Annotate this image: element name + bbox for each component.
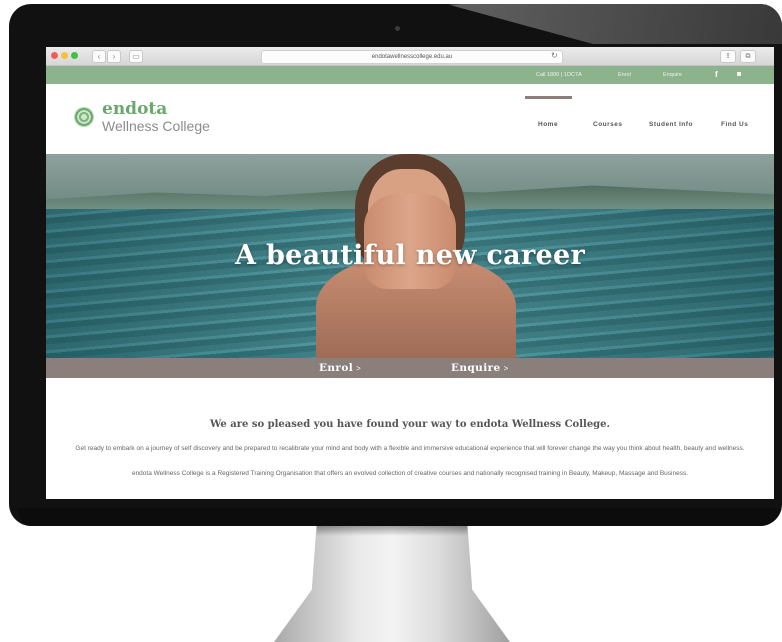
utility-enrol-link[interactable]: Enrol xyxy=(618,66,631,84)
nav-find-us[interactable]: Find Us xyxy=(721,121,748,128)
enquire-button[interactable]: Enquire > xyxy=(451,358,509,379)
chevron-right-icon: > xyxy=(356,364,362,373)
show-tabs-icon[interactable]: ⧉ xyxy=(740,50,756,63)
browser-screen: ‹ › ▭ endotawellnesscollege.edu.au ↻ ⇪ ⧉… xyxy=(46,47,774,499)
cta-bar: Enrol > Enquire > xyxy=(46,358,774,378)
site-header: endota Wellness College Home Courses Stu… xyxy=(46,84,774,154)
enquire-button-label: Enquire xyxy=(451,362,501,374)
bezel-reflection xyxy=(449,4,782,44)
imac-stand xyxy=(274,526,510,642)
enrol-button-label: Enrol xyxy=(319,362,354,374)
intro-heading: We are so pleased you have found your wa… xyxy=(209,419,611,430)
nav-courses[interactable]: Courses xyxy=(593,121,623,128)
hero-banner: A beautiful new career xyxy=(46,154,774,358)
chevron-right-icon: > xyxy=(503,364,509,373)
logo-subtitle[interactable]: Wellness College xyxy=(102,118,210,134)
utility-bar: Call 1800 | 1OC7A Enrol Enquire f ◙ xyxy=(46,66,774,84)
active-nav-indicator xyxy=(525,96,572,99)
enrol-button[interactable]: Enrol > xyxy=(319,358,361,379)
intro-section: We are so pleased you have found your wa… xyxy=(46,378,774,499)
imac-display: ‹ › ▭ endotawellnesscollege.edu.au ↻ ⇪ ⧉… xyxy=(9,4,782,526)
utility-enquire-link[interactable]: Enquire xyxy=(663,66,682,84)
nav-home[interactable]: Home xyxy=(538,121,558,128)
forward-button[interactable]: › xyxy=(107,50,121,63)
share-icon[interactable]: ⇪ xyxy=(720,50,736,63)
minimize-window-button[interactable] xyxy=(61,52,68,59)
logo-brand-name[interactable]: endota xyxy=(102,100,167,118)
close-window-button[interactable] xyxy=(51,52,58,59)
endota-logo-icon[interactable] xyxy=(74,107,94,127)
zoom-window-button[interactable] xyxy=(71,52,78,59)
reload-icon[interactable]: ↻ xyxy=(551,50,558,62)
sidebar-toggle-icon[interactable]: ▭ xyxy=(129,50,143,63)
camera-icon xyxy=(395,26,400,31)
imac-chin xyxy=(18,508,782,526)
address-bar[interactable]: endotawellnesscollege.edu.au xyxy=(261,50,563,64)
browser-toolbar: ‹ › ▭ endotawellnesscollege.edu.au ↻ ⇪ ⧉ xyxy=(46,47,774,66)
instagram-icon[interactable]: ◙ xyxy=(737,69,741,81)
stand-shadow xyxy=(316,526,468,536)
hero-title: A beautiful new career xyxy=(235,240,585,271)
facebook-icon[interactable]: f xyxy=(715,69,718,81)
intro-paragraph: Get ready to embark on a journey of self… xyxy=(75,445,745,452)
back-button[interactable]: ‹ xyxy=(92,50,106,63)
nav-student-info[interactable]: Student Info xyxy=(649,121,693,128)
call-link[interactable]: Call 1800 | 1OC7A xyxy=(536,66,582,84)
rto-paragraph: endota Wellness College is a Registered … xyxy=(131,470,689,477)
